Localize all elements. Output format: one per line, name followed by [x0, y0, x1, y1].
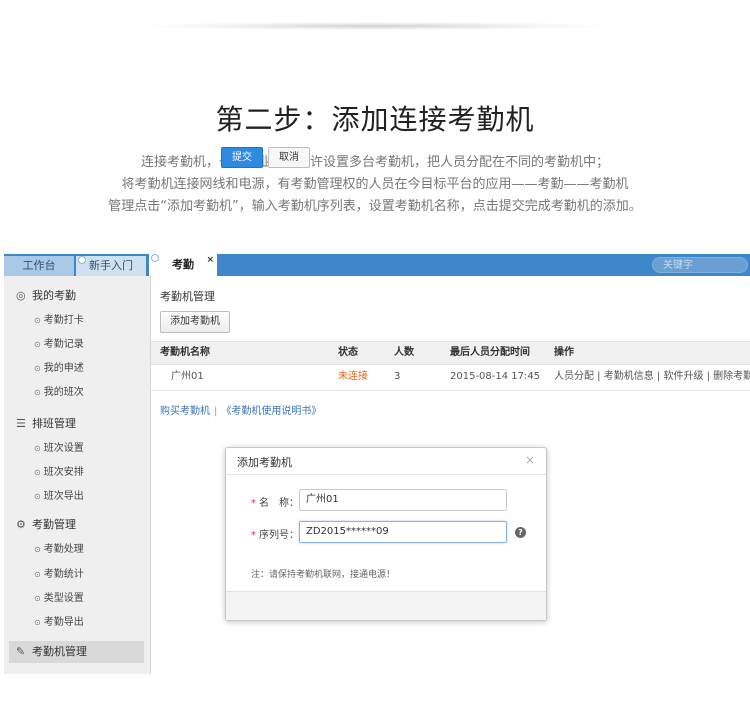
column-status: 状态 — [338, 347, 358, 358]
cell-count: 3 — [394, 371, 401, 382]
sidebar-item-my-shifts[interactable]: 我的班次 — [34, 384, 84, 402]
cancel-button[interactable]: 取消 — [268, 147, 310, 168]
link-separator: | — [214, 406, 218, 417]
intro-line-2: 将考勤机连接网线和电源，有考勤管理权的人员在今目标平台的应用——考勤——考勤机 — [121, 177, 629, 192]
intro-text: 连接考勤机，一个企业号中允许设置多台考勤机，把人员分配在不同的考勤机中； 将考勤… — [0, 152, 750, 218]
tab-attendance-label: 考勤 — [172, 258, 194, 271]
sidebar-item-shift-settings[interactable]: 班次设置 — [34, 440, 84, 458]
sidebar-item-attendance-export[interactable]: 考勤导出 — [34, 614, 84, 632]
sidebar-item-shift-schedule[interactable]: 班次安排 — [34, 464, 84, 482]
column-name: 考勤机名称 — [160, 347, 210, 358]
sidebar-section-my-attendance[interactable]: ◎ 我的考勤 — [4, 285, 150, 307]
sidebar-item-processing[interactable]: 考勤处理 — [34, 541, 84, 559]
gear-icon: ⚙ — [16, 518, 26, 531]
dialog-title: 添加考勤机 — [237, 456, 292, 469]
intro-line-3: 管理点击“添加考勤机”，输入考勤机序列表，设置考勤机名称，点击提交完成考勤机的添… — [108, 199, 642, 214]
sidebar-section-label: 考勤机管理 — [32, 645, 87, 658]
list-icon: ☰ — [16, 417, 26, 430]
cell-actions[interactable]: 人员分配 | 考勤机信息 | 软件升级 | 删除考勤机 — [554, 364, 750, 390]
add-machine-button[interactable]: 添加考勤机 — [160, 311, 230, 333]
tab-workbench[interactable]: 工作台 — [4, 256, 74, 276]
help-icon[interactable]: ? — [515, 527, 526, 538]
sidebar-section-shift-mgmt[interactable]: ☰ 排班管理 — [4, 413, 150, 435]
tab-indicator-dot — [78, 256, 86, 264]
manual-link[interactable]: 《考勤机使用说明书》 — [221, 406, 321, 417]
column-actions: 操作 — [554, 347, 574, 358]
name-label-text: 名 称： — [259, 498, 299, 509]
required-mark: * — [251, 530, 256, 541]
cell-last-assign: 2015-08-14 17:45 — [450, 371, 541, 382]
intro-line-1: 连接考勤机，一个企业号中允许设置多台考勤机，把人员分配在不同的考勤机中； — [140, 155, 609, 170]
tab-newbie[interactable]: 新手入门 — [76, 256, 146, 276]
name-label: * 名 称： — [251, 494, 299, 509]
cell-status: 未连接 — [338, 371, 368, 382]
sidebar-item-records[interactable]: 考勤记录 — [34, 336, 84, 354]
top-decorative-shadow — [150, 22, 600, 30]
sidebar-item-statistics[interactable]: 考勤统计 — [34, 566, 84, 584]
dialog-header: 添加考勤机 × — [226, 448, 546, 475]
tab-attendance[interactable]: 考勤 × — [149, 254, 217, 276]
footer-links: 购买考勤机 | 《考勤机使用说明书》 — [160, 402, 321, 417]
required-mark: * — [251, 498, 256, 509]
column-last-assign: 最后人员分配时间 — [450, 347, 530, 358]
cell-name: 广州01 — [171, 371, 204, 382]
page-title: 第二步：添加连接考勤机 — [215, 103, 535, 136]
sidebar-section-label: 我的考勤 — [32, 289, 76, 302]
sidebar-item-shift-export[interactable]: 班次导出 — [34, 488, 84, 506]
sidebar-item-clock-in[interactable]: 考勤打卡 — [34, 312, 84, 330]
sidebar-item-type-settings[interactable]: 类型设置 — [34, 590, 84, 608]
sidebar-section-label: 排班管理 — [32, 417, 76, 430]
serial-label: * 序列号： — [251, 526, 299, 541]
sidebar-section-label: 考勤管理 — [32, 518, 76, 531]
serial-label-text: 序列号： — [259, 530, 299, 541]
tab-indicator-dot — [151, 254, 159, 262]
sidebar-section-machine-mgmt[interactable]: ✎ 考勤机管理 — [9, 641, 144, 663]
table-header: 考勤机名称 状态 人数 最后人员分配时间 操作 — [151, 341, 750, 365]
add-machine-dialog: 添加考勤机 × * 名 称： 广州01 * 序列号： ZD2015******09 … — [225, 447, 547, 621]
close-icon[interactable]: × — [206, 249, 214, 271]
dialog-note: 注：请保持考勤机联网，接通电源！ — [251, 570, 396, 580]
name-field[interactable]: 广州01 — [299, 489, 507, 511]
search-input[interactable]: 关键字 — [652, 257, 748, 273]
dialog-footer — [226, 591, 546, 620]
main-title: 考勤机管理 — [160, 290, 215, 303]
table-row: 广州01 未连接 3 2015-08-14 17:45 人员分配 | 考勤机信息… — [151, 364, 750, 391]
wrench-icon: ✎ — [16, 645, 26, 658]
sidebar: ◎ 我的考勤 考勤打卡 考勤记录 我的申述 我的班次 ☰ 排班管理 班次设置 班… — [4, 276, 151, 674]
serial-field[interactable]: ZD2015******09 — [299, 521, 507, 543]
submit-button[interactable]: 提交 — [221, 147, 263, 168]
sidebar-item-appeals[interactable]: 我的申述 — [34, 360, 84, 378]
sidebar-section-attendance-mgmt[interactable]: ⚙ 考勤管理 — [4, 514, 150, 536]
tab-newbie-label: 新手入门 — [89, 259, 133, 272]
tab-bar: 工作台 新手入门 考勤 × 关键字 — [4, 254, 750, 276]
buy-machine-link[interactable]: 购买考勤机 — [160, 406, 210, 417]
clock-icon: ◎ — [16, 289, 26, 302]
column-count: 人数 — [394, 347, 414, 358]
close-icon[interactable]: × — [525, 453, 535, 467]
